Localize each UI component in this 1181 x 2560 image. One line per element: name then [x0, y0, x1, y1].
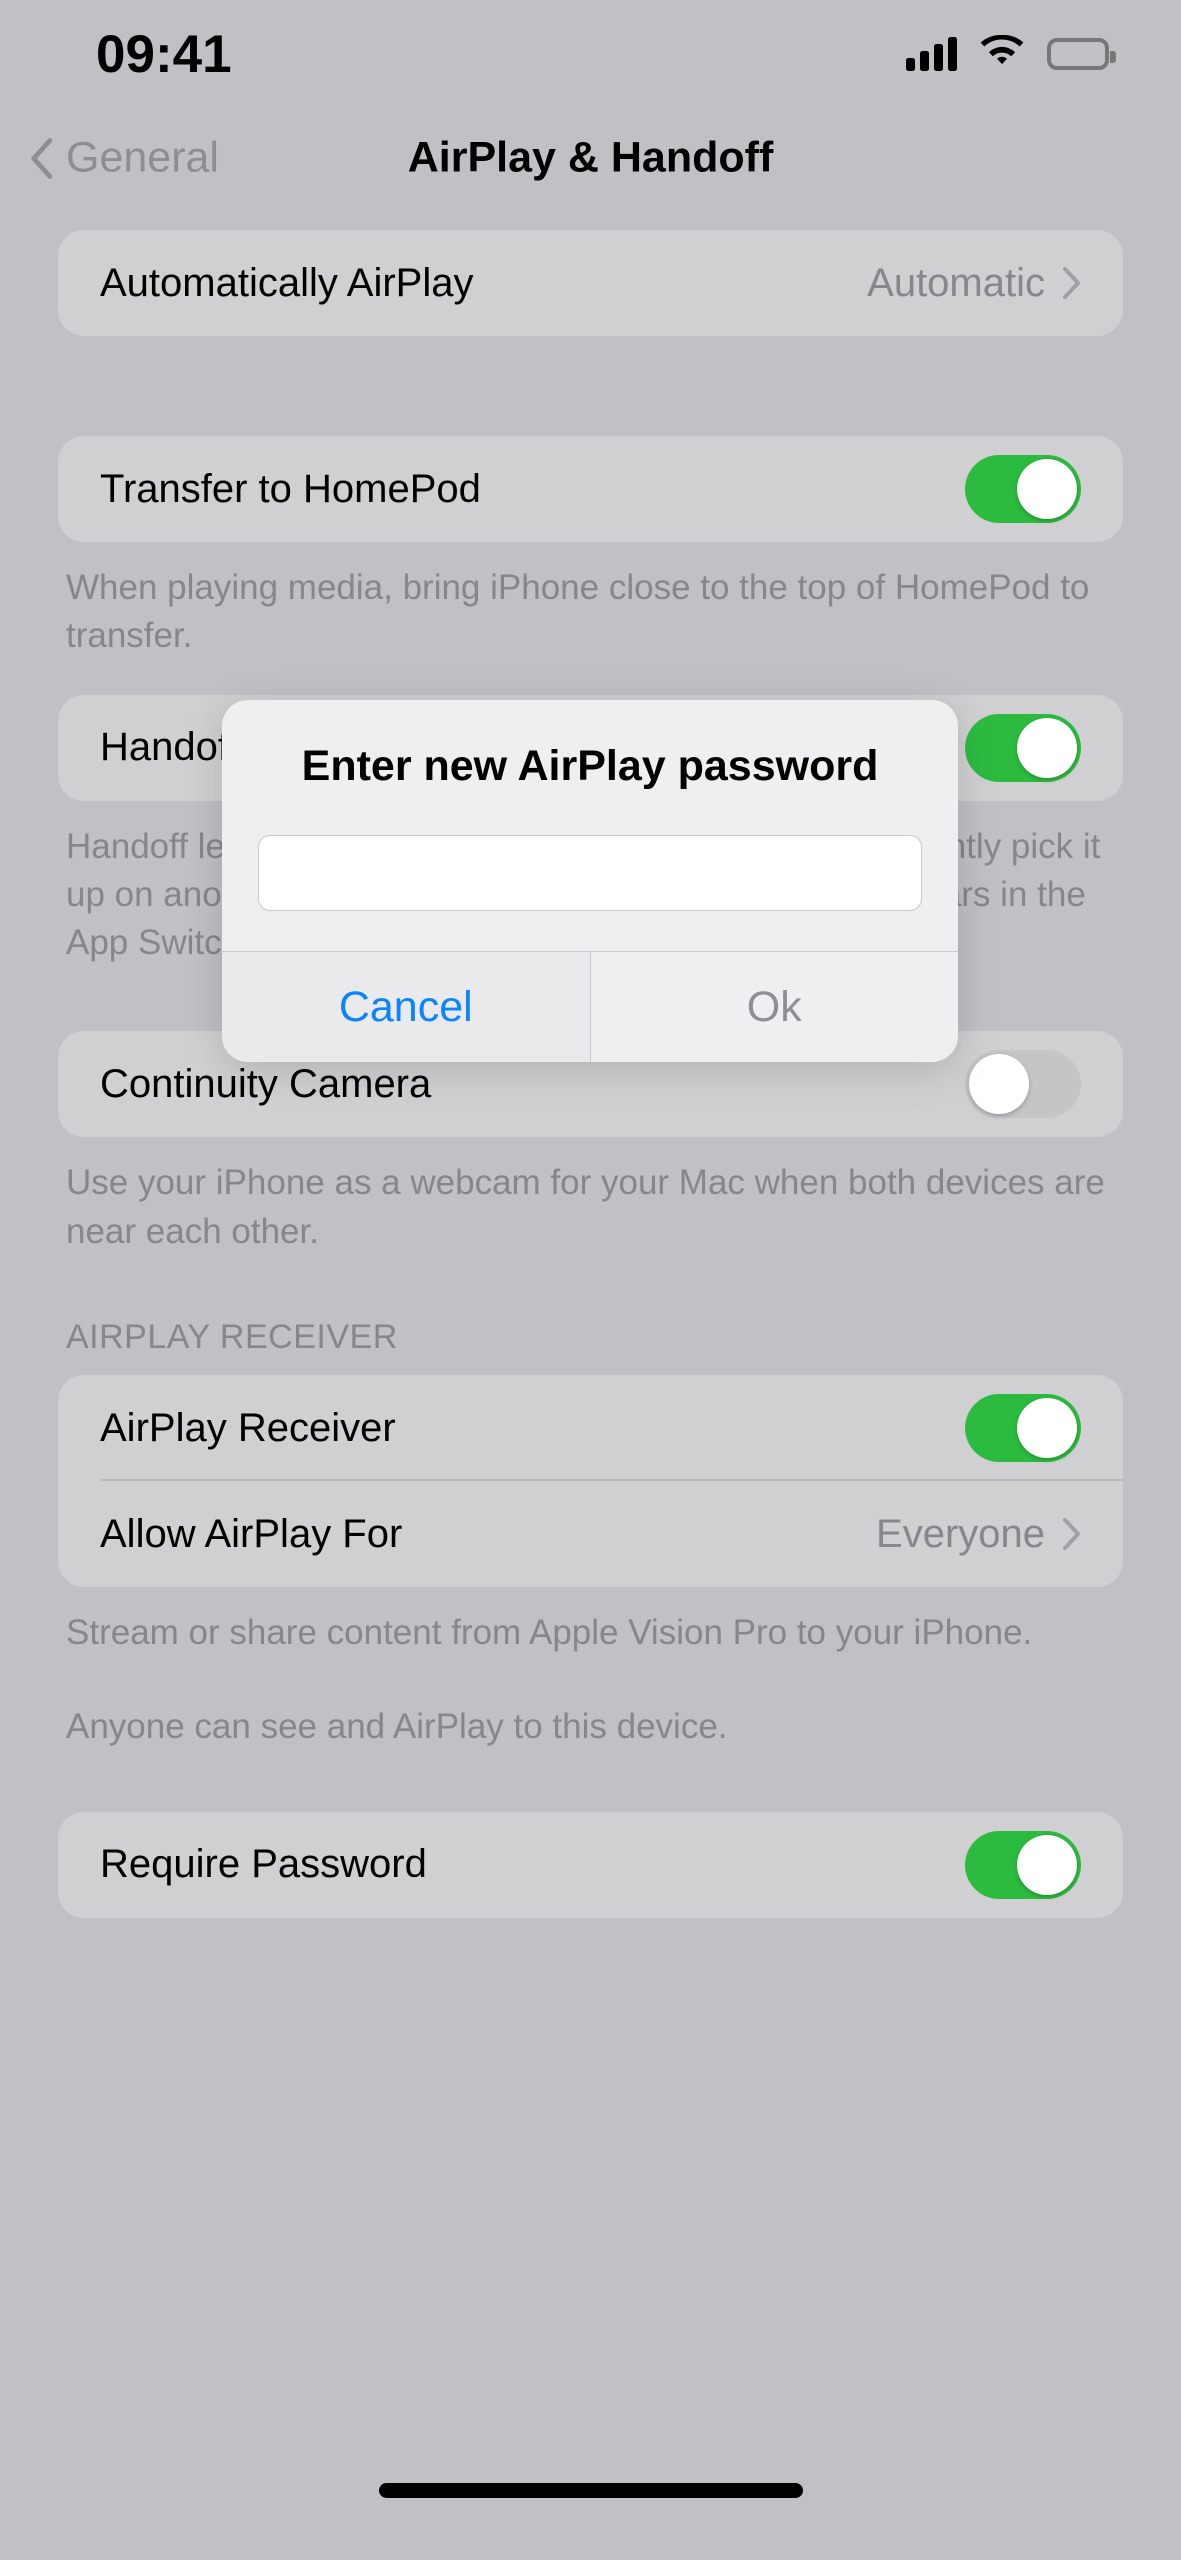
alert-title: Enter new AirPlay password: [301, 742, 879, 790]
footer-airplay-receiver-2: Anyone can see and AirPlay to this devic…: [66, 1707, 728, 1747]
row-automatically-airplay[interactable]: Automatically AirPlay Automatic: [58, 230, 1123, 336]
chevron-right-icon: [1063, 267, 1080, 299]
toggle-transfer-to-homepod[interactable]: [965, 455, 1081, 523]
airplay-password-alert: Enter new AirPlay password Cancel Ok: [222, 700, 958, 1062]
row-value-group: Automatic: [867, 261, 1081, 306]
back-button[interactable]: General: [30, 134, 219, 183]
row-require-password[interactable]: Require Password: [58, 1812, 1123, 1918]
status-bar-icons: [906, 34, 1116, 74]
row-allow-airplay-for[interactable]: Allow AirPlay For Everyone: [58, 1481, 1123, 1587]
footer-airplay-receiver-1: Stream or share content from Apple Visio…: [66, 1613, 1033, 1653]
wifi-icon: [979, 34, 1025, 74]
row-value-group: Everyone: [876, 1512, 1081, 1557]
toggle-airplay-receiver[interactable]: [965, 1394, 1081, 1463]
airplay-password-input[interactable]: [258, 835, 922, 911]
group-airplay-receiver: AirPlay Receiver Allow AirPlay For Every…: [58, 1375, 1123, 1588]
cellular-signal-icon: [906, 37, 957, 71]
chevron-left-icon: [31, 138, 52, 178]
status-bar: 09:41: [0, 0, 1181, 108]
page-title: AirPlay & Handoff: [407, 133, 774, 182]
row-label-continuity-camera: Continuity Camera: [100, 1061, 432, 1106]
settings-background-layer: 09:41 General AirPlay & Handoff Automati…: [0, 0, 1181, 2560]
settings-content: Automatically AirPlay Automatic Transfer…: [0, 208, 1181, 2560]
row-label-automatically-airplay: Automatically AirPlay: [100, 260, 474, 305]
group-automatically-airplay: Automatically AirPlay Automatic: [58, 230, 1123, 336]
row-label-transfer-to-homepod: Transfer to HomePod: [100, 466, 481, 511]
chevron-right-icon: [1063, 1518, 1080, 1551]
row-airplay-receiver[interactable]: AirPlay Receiver: [58, 1375, 1123, 1482]
toggle-knob: [1017, 459, 1077, 519]
group-require-password: Require Password: [58, 1811, 1123, 1918]
row-value-allow-airplay-for: Everyone: [876, 1511, 1045, 1556]
row-label-handoff: Handoff: [100, 725, 240, 770]
toggle-handoff[interactable]: [965, 713, 1081, 782]
iphone-screen: 09:41 General AirPlay & Handoff Automati…: [0, 0, 1181, 2560]
home-indicator[interactable]: [378, 2483, 803, 2498]
footer-transfer-to-homepod: When playing media, bring iPhone close t…: [66, 568, 1090, 656]
ok-button[interactable]: Ok: [591, 952, 959, 1062]
toggle-continuity-camera[interactable]: [965, 1050, 1081, 1119]
row-label-allow-airplay-for: Allow AirPlay For: [100, 1511, 403, 1556]
navigation-bar: General AirPlay & Handoff: [0, 108, 1181, 208]
group-transfer-to-homepod: Transfer to HomePod: [58, 436, 1123, 542]
toggle-knob: [1017, 1398, 1077, 1459]
back-button-label: General: [66, 133, 219, 182]
row-transfer-to-homepod[interactable]: Transfer to HomePod: [58, 436, 1123, 542]
status-bar-time: 09:41: [96, 24, 232, 84]
alert-body: Enter new AirPlay password: [222, 700, 958, 951]
row-label-airplay-receiver: AirPlay Receiver: [100, 1405, 396, 1450]
toggle-knob: [1017, 1834, 1077, 1895]
row-value-automatically-airplay: Automatic: [867, 260, 1045, 305]
toggle-knob: [1017, 717, 1077, 778]
cancel-button[interactable]: Cancel: [222, 952, 590, 1062]
section-header-airplay-receiver: AIRPLAY RECEIVER: [66, 1318, 398, 1357]
toggle-knob: [969, 1054, 1029, 1115]
footer-continuity-camera: Use your iPhone as a webcam for your Mac…: [66, 1163, 1105, 1251]
toggle-require-password[interactable]: [965, 1830, 1081, 1899]
alert-actions: Cancel Ok: [222, 951, 958, 1062]
row-label-require-password: Require Password: [100, 1842, 427, 1887]
battery-full-icon: [1047, 38, 1116, 70]
